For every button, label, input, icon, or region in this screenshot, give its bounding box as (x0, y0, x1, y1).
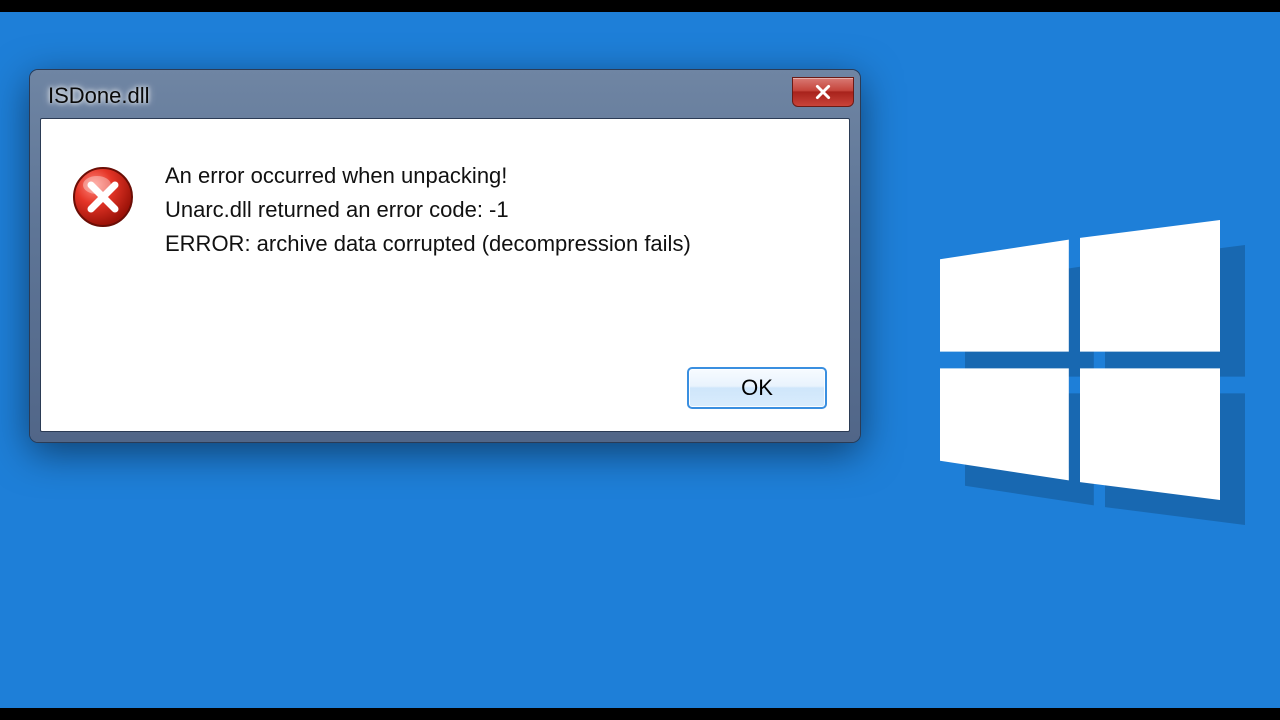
error-message: An error occurred when unpacking! Unarc.… (165, 159, 691, 261)
ok-button-label: OK (741, 375, 773, 401)
message-line-3: ERROR: archive data corrupted (decompres… (165, 227, 691, 261)
close-icon (814, 83, 832, 101)
message-line-1: An error occurred when unpacking! (165, 159, 691, 193)
windows-logo-icon (940, 220, 1220, 500)
windows-logo (940, 220, 1220, 500)
letterbox-top (0, 0, 1280, 12)
letterbox-bottom (0, 708, 1280, 720)
dialog-title: ISDone.dll (48, 83, 150, 109)
ok-button[interactable]: OK (687, 367, 827, 409)
button-row: OK (41, 349, 849, 431)
error-icon (71, 165, 135, 229)
dialog-body: An error occurred when unpacking! Unarc.… (40, 118, 850, 432)
error-dialog: ISDone.dll (30, 70, 860, 442)
close-button[interactable] (792, 77, 854, 107)
message-line-2: Unarc.dll returned an error code: -1 (165, 193, 691, 227)
content-area: An error occurred when unpacking! Unarc.… (41, 119, 849, 349)
titlebar[interactable]: ISDone.dll (40, 80, 850, 118)
